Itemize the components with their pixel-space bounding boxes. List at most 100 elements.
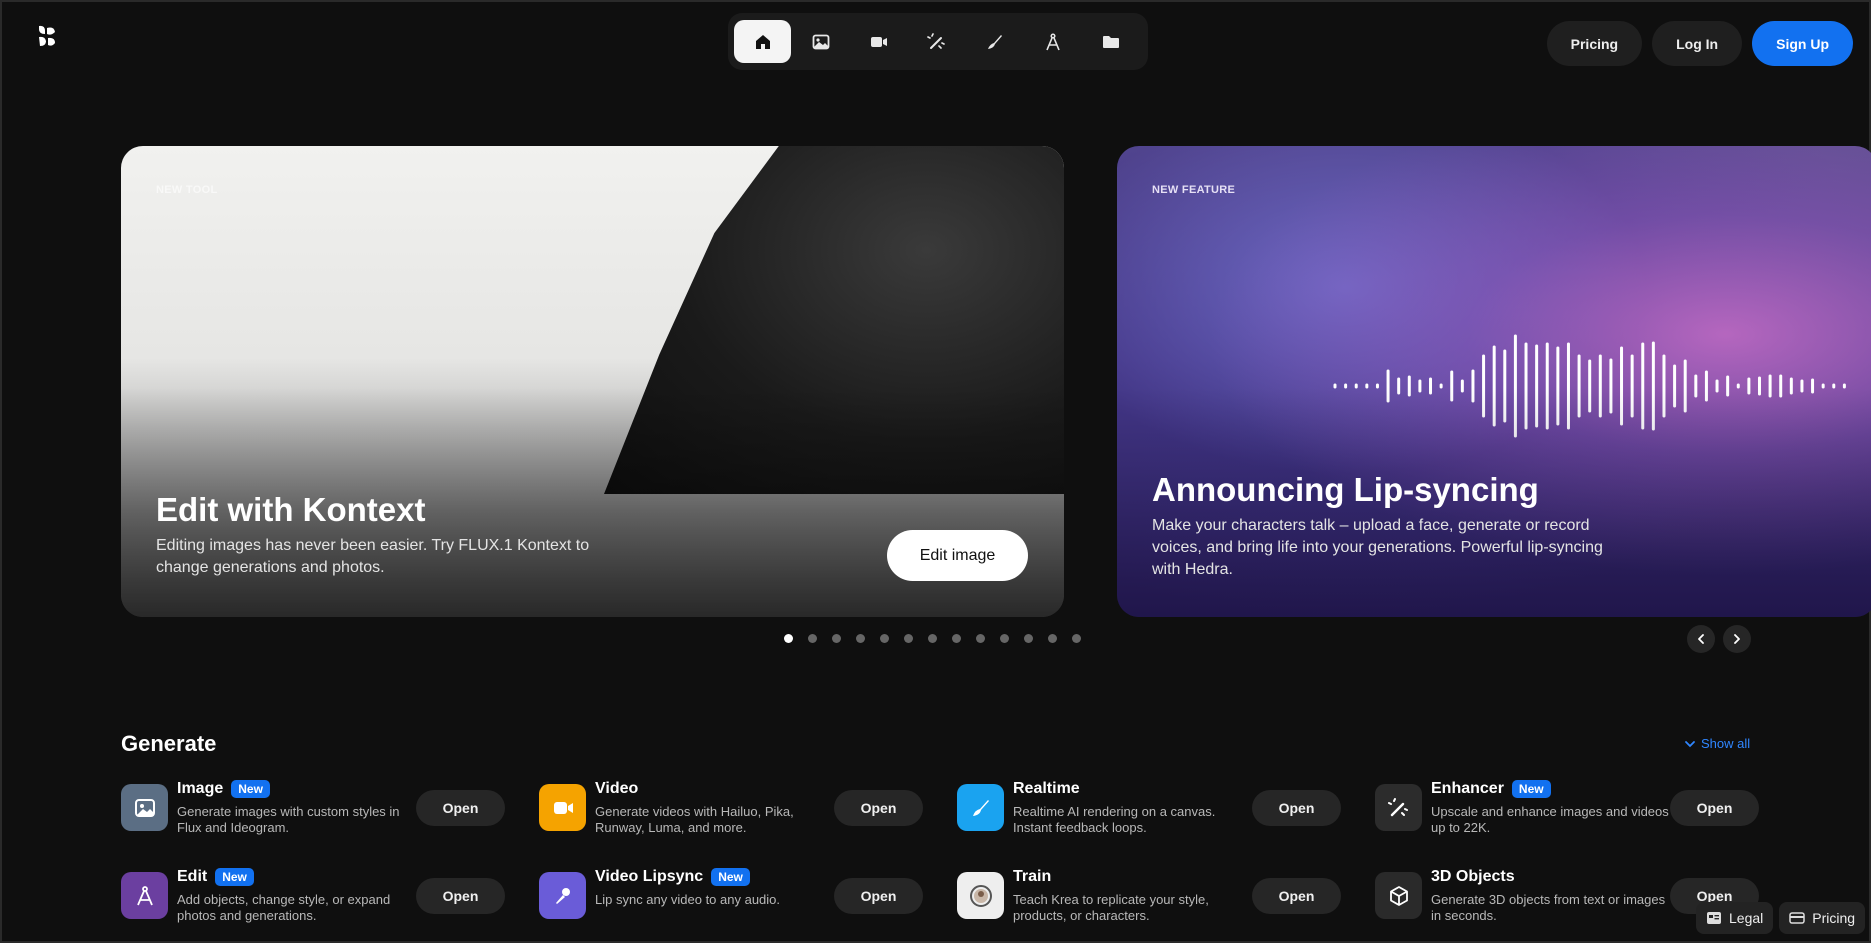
- tool-edit[interactable]: Edit New Add objects, change style, or e…: [121, 866, 521, 926]
- carousel-dot[interactable]: [928, 634, 937, 643]
- open-button[interactable]: Open: [834, 878, 923, 914]
- carousel-slide-kontext[interactable]: NEW TOOL Edit with Kontext Editing image…: [121, 146, 1064, 617]
- image-icon: [134, 798, 155, 817]
- tool-name: Video Lipsync: [595, 868, 704, 885]
- tool-icon-tile: [539, 872, 586, 919]
- nav-video[interactable]: [850, 20, 907, 63]
- slide-title: Edit with Kontext: [156, 491, 426, 528]
- footer-pricing-button[interactable]: Pricing: [1779, 902, 1866, 934]
- tool-icon-tile: [1375, 784, 1422, 831]
- carousel-slide-lipsync[interactable]: NEW FEATURE Announcing Lip-syncing Make …: [1117, 146, 1871, 617]
- train-avatar-icon: [969, 884, 992, 907]
- tool-name: Image: [177, 780, 224, 797]
- new-badge: New: [1511, 780, 1551, 798]
- tool-icon-tile: [539, 784, 586, 831]
- tool-icon-tile: [1375, 872, 1422, 919]
- nav-home[interactable]: [734, 20, 791, 63]
- tool-description: Generate 3D objects from text or images …: [1431, 892, 1666, 923]
- carousel-dot[interactable]: [1072, 634, 1081, 643]
- nav-image[interactable]: [792, 20, 849, 63]
- tool-enhancer[interactable]: Enhancer New Upscale and enhance images …: [1375, 778, 1775, 838]
- nav-realtime[interactable]: [966, 20, 1023, 63]
- tool-icon-tile: [957, 784, 1004, 831]
- edit-image-button[interactable]: Edit image: [887, 530, 1028, 581]
- tool-name: Realtime: [1013, 780, 1080, 797]
- tool-train[interactable]: Train Teach Krea to replicate your style…: [957, 866, 1357, 926]
- new-badge: New: [215, 868, 254, 886]
- chevron-left-icon: [1698, 634, 1704, 644]
- carousel-dot[interactable]: [904, 634, 913, 643]
- signup-button[interactable]: Sign Up: [1752, 21, 1853, 66]
- logo-icon: [39, 25, 55, 46]
- tool-description: Generate videos with Hailuo, Pika, Runwa…: [595, 804, 794, 835]
- carousel-dot[interactable]: [952, 634, 961, 643]
- carousel-dot[interactable]: [976, 634, 985, 643]
- carousel-prev-button[interactable]: [1687, 625, 1715, 653]
- slide-title: Announcing Lip-syncing: [1152, 471, 1539, 508]
- show-all-label: Show all: [1701, 736, 1751, 751]
- tool-video-lipsync[interactable]: Video Lipsync New Lip sync any video to …: [539, 866, 939, 926]
- footer-pricing-label: Pricing: [1812, 910, 1856, 926]
- krea-logo[interactable]: [36, 24, 58, 48]
- carousel-dot[interactable]: [784, 634, 793, 643]
- open-button[interactable]: Open: [416, 790, 505, 826]
- video-icon: [870, 36, 887, 47]
- video-icon: [553, 801, 573, 814]
- tool-description: Teach Krea to replicate your style, prod…: [1013, 892, 1209, 923]
- chevron-down-icon: [1685, 740, 1695, 747]
- carousel-dot[interactable]: [1048, 634, 1057, 643]
- tool-image[interactable]: Image New Generate images with custom st…: [121, 778, 521, 838]
- top-nav: [728, 13, 1148, 70]
- home-icon: [755, 34, 770, 49]
- tool-description: Upscale and enhance images and videos up…: [1431, 804, 1669, 835]
- enhance-wand-icon: [926, 32, 945, 49]
- folder-icon: [1102, 35, 1119, 48]
- open-button[interactable]: Open: [1252, 878, 1341, 914]
- carousel-next-button[interactable]: [1723, 625, 1751, 653]
- new-badge: New: [711, 868, 750, 886]
- slide-kicker: NEW TOOL: [156, 184, 218, 196]
- login-button[interactable]: Log In: [1652, 21, 1743, 66]
- tool-description: Lip sync any video to any audio.: [595, 892, 781, 907]
- show-all-link[interactable]: Show all: [1684, 736, 1750, 751]
- open-button[interactable]: Open: [834, 790, 923, 826]
- tool-name: 3D Objects: [1431, 868, 1515, 885]
- card-icon: [1789, 912, 1806, 924]
- carousel-dot[interactable]: [832, 634, 841, 643]
- tool-icon-tile: [121, 784, 168, 831]
- tool-name: Enhancer: [1431, 780, 1504, 797]
- slide-description: Editing images has never been easier. Tr…: [156, 537, 590, 576]
- legal-label: Legal: [1729, 910, 1764, 926]
- open-button[interactable]: Open: [1670, 790, 1759, 826]
- image-icon: [812, 34, 829, 49]
- tool-icon-tile: [957, 872, 1004, 919]
- carousel-dot[interactable]: [1000, 634, 1009, 643]
- carousel-dot[interactable]: [856, 634, 865, 643]
- tool-icon-tile: [121, 872, 168, 919]
- tool-name: Video: [595, 780, 639, 797]
- carousel-dot[interactable]: [1024, 634, 1033, 643]
- nav-edit[interactable]: [1024, 20, 1081, 63]
- tool-description: Realtime AI rendering on a canvas. Insta…: [1013, 804, 1216, 835]
- open-button[interactable]: Open: [416, 878, 505, 914]
- legal-document-icon: [1707, 912, 1721, 924]
- tool-name: Edit: [177, 868, 208, 885]
- tool-name: Train: [1013, 868, 1052, 885]
- tool-realtime[interactable]: Realtime Realtime AI rendering on a canv…: [957, 778, 1357, 838]
- pen-icon: [972, 799, 989, 816]
- brush-icon: [987, 34, 1002, 49]
- legal-button[interactable]: Legal: [1696, 902, 1774, 934]
- nav-assets[interactable]: [1082, 20, 1139, 63]
- carousel-dot[interactable]: [808, 634, 817, 643]
- pricing-button[interactable]: Pricing: [1546, 21, 1643, 66]
- tool-video[interactable]: Video Generate videos with Hailuo, Pika,…: [539, 778, 939, 838]
- nav-enhancer[interactable]: [908, 20, 965, 63]
- enhance-wand-icon: [1387, 797, 1408, 816]
- new-badge: New: [231, 780, 270, 798]
- open-button[interactable]: Open: [1252, 790, 1341, 826]
- section-title-generate: Generate: [121, 731, 217, 756]
- slide-description: Make your characters talk – upload a fac…: [1152, 517, 1603, 578]
- microphone-icon: [555, 887, 570, 904]
- slide-kicker: NEW FEATURE: [1152, 184, 1236, 196]
- carousel-dot[interactable]: [880, 634, 889, 643]
